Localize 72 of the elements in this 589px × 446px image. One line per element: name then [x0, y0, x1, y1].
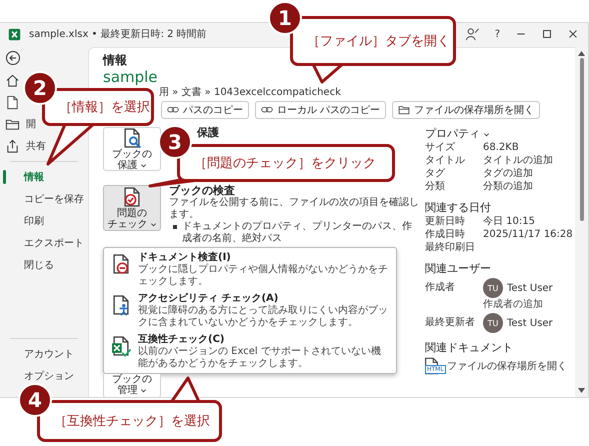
bullet-icon [173, 225, 177, 229]
group-heading: プロパティ [425, 127, 480, 141]
window-title: sample.xlsx • 最終更新日時: 2 時間前 [29, 28, 207, 41]
scrollbar[interactable] [577, 51, 586, 393]
caret-icon [140, 162, 146, 169]
sidebar-item[interactable]: 閉じる [0, 254, 88, 276]
field-label: タイトル [425, 154, 466, 167]
path-button[interactable]: パスのコピー [161, 101, 249, 119]
avatar: TU [483, 278, 503, 298]
avatar: TU [483, 313, 503, 333]
field-label: 作成者 [425, 280, 456, 295]
field-label: 最終印刷日 [425, 241, 476, 254]
new-document-icon [5, 94, 20, 110]
field-value: 2025/11/17 16:28 [483, 228, 574, 241]
field-label: 作成日時 [425, 228, 466, 241]
sidebar-item[interactable]: エクスポート [0, 232, 88, 254]
sidebar-item[interactable]: 開 [0, 113, 37, 135]
document-link[interactable]: ファイルの保存場所を開く [447, 359, 567, 373]
maximize-button[interactable] [540, 27, 554, 41]
sidebar-item[interactable]: 共有 [0, 135, 47, 157]
field-label: 最終更新者 [425, 316, 476, 330]
file-path: 用 » 文書 » 1043excelccompaticheck [159, 86, 341, 99]
check-for-issues-button[interactable]: 問題の チェック [103, 185, 161, 231]
section-heading: 保護 [197, 127, 219, 139]
person-icon [466, 28, 479, 40]
help-button[interactable]: ? [492, 26, 502, 42]
caret-icon [140, 387, 146, 394]
group-heading: 関連ドキュメント [425, 341, 513, 355]
share-icon [5, 138, 20, 154]
field-label: タグ [425, 167, 446, 180]
sidebar-item[interactable]: 情報 [0, 166, 88, 188]
field-label: サイズ [425, 141, 456, 154]
spreadsheet-app-icon [8, 28, 21, 40]
field-value: タグの追加 [483, 167, 534, 180]
bullet-text: ドキュメントのプロパティ、プリンターのパス、作成者の名前、絶対パス [182, 221, 413, 245]
path-button[interactable]: ファイルの保存場所を開く [392, 101, 540, 119]
menu-item[interactable]: 互換性チェック(C) 以前のバージョンの Excel でサポートされていない機能があるかどうかをチェックします。 [104, 331, 396, 372]
sidebar-item[interactable]: アカウント [0, 343, 88, 365]
close-icon [568, 29, 578, 39]
scroll-down-arrow-icon[interactable] [578, 388, 585, 393]
section-description: ファイルを公開する前に、ファイルの次の項目を確認します。 [169, 197, 419, 220]
group-heading: 関連する日付 [425, 201, 491, 215]
protect-workbook-button[interactable]: ブックの 保護 [103, 127, 161, 171]
spreadsheet-check-icon [110, 334, 132, 358]
user-name: Test User [507, 318, 553, 328]
step-number-badge: 1 [268, 1, 302, 35]
manage-workbook-button[interactable]: ブックの 管理 [103, 374, 161, 398]
add-author-link[interactable]: 作成者の追加 [483, 298, 575, 311]
section-heading: ブックの検査 [169, 185, 236, 197]
scroll-up-arrow-icon[interactable] [578, 51, 585, 56]
home-icon [5, 72, 20, 88]
path-button[interactable]: ローカル パスのコピー [255, 101, 386, 119]
sidebar-item[interactable]: コピーを保存 [0, 188, 88, 210]
user-name: Test User [507, 282, 553, 294]
menu-item[interactable]: ドキュメント検査(I) ブックに隠しプロパティや個人情報がないかどうかをチェックします。 [104, 249, 396, 290]
field-value: 今日 10:15 [483, 215, 536, 228]
field-label: 分類 [425, 180, 446, 193]
group-heading: 関連ユーザー [425, 262, 491, 276]
field-label: 更新日時 [425, 215, 466, 228]
field-value: 68.2KB [483, 141, 520, 154]
maximize-icon [542, 29, 552, 39]
caret-icon [150, 221, 156, 228]
field-value: タイトルの追加 [483, 154, 554, 167]
page-heading: 情報 [103, 52, 127, 68]
coauthor-button[interactable] [464, 26, 481, 42]
sidebar-item[interactable]: 印刷 [0, 210, 88, 232]
menu-item[interactable]: アクセシビリティ チェック(A) 視覚に障碍のある方にとって読み取りにくい内容がブックに含まれていないかどうかをチェックします。 [104, 290, 396, 331]
selection-indicator [3, 170, 6, 184]
caret-icon [483, 130, 490, 138]
folder-icon [398, 104, 410, 116]
file-name: sample [103, 68, 158, 86]
field-value: 分類の追加 [483, 180, 534, 193]
